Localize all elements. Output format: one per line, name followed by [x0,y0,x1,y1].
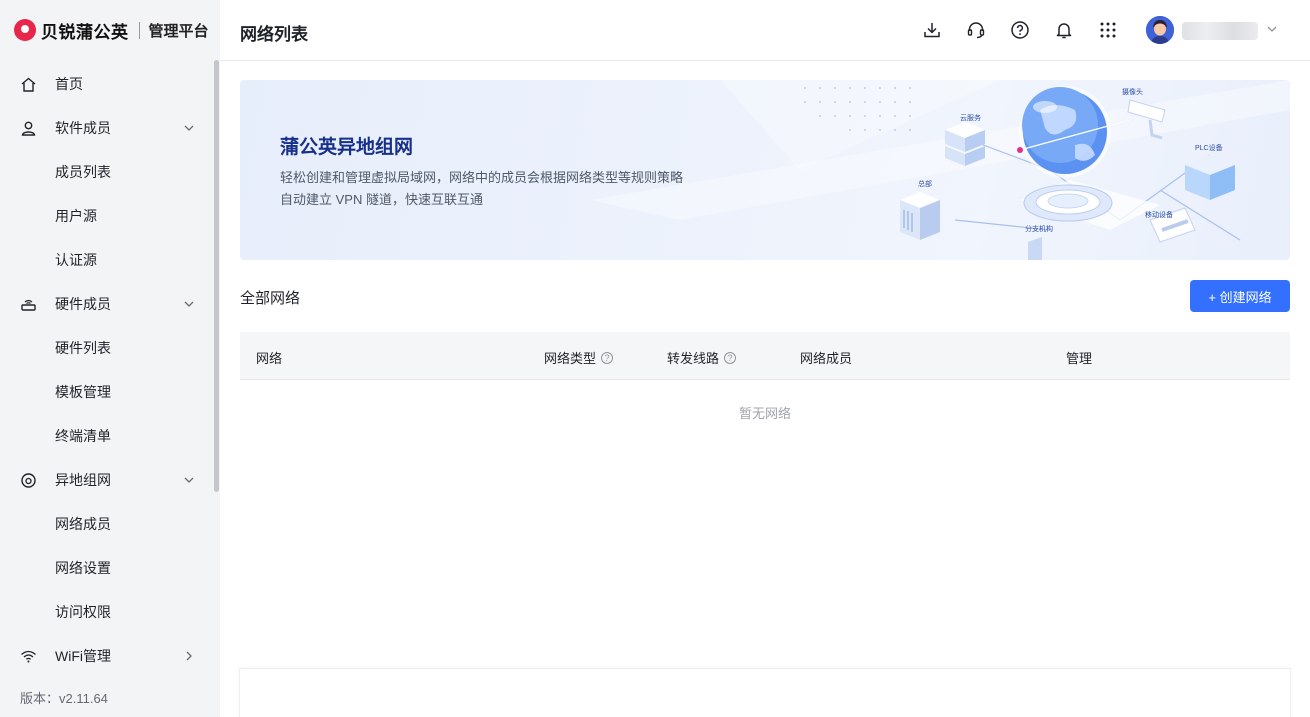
sidebar-item-wifi-management[interactable]: WiFi管理 [0,634,212,678]
column-header-network-type: 网络类型? [544,348,614,367]
sidebar-item-template-management[interactable]: 模板管理 [0,370,212,414]
main-content: 蒲公英异地组网 轻松创建和管理虚拟局域网，网络中的成员会根据网络类型等规则策略 … [220,61,1310,717]
sidebar-scrollbar[interactable] [214,60,219,492]
router-icon [20,296,37,313]
sidebar-item-member-list[interactable]: 成员列表 [0,150,212,194]
apps-grid-icon[interactable] [1097,19,1119,41]
chevron-down-icon [182,121,196,135]
sidebar-item-label: 网络设置 [55,560,111,576]
sidebar-item-network-settings[interactable]: 网络设置 [0,546,212,590]
column-header-network: 网络 [256,348,282,367]
sidebar-item-home[interactable]: 首页 [0,62,212,106]
sidebar-item-network-members[interactable]: 网络成员 [0,502,212,546]
banner-title: 蒲公英异地组网 [280,137,414,158]
column-header-label: 网络类型 [544,351,597,366]
art-label-mobile: 移动设备 [1145,210,1173,219]
table-empty-state: 暂无网络 [738,406,791,421]
camera-device-icon [1127,99,1166,140]
column-header-label: 网络 [256,351,283,366]
column-header-label: 管理 [1066,351,1093,366]
sidebar-item-label: 认证源 [55,252,97,268]
bottom-panel [239,668,1291,717]
network-illustration: 云服务 摄像头 PLC设备 总部 移动设备 分支机构 [900,86,1241,260]
avatar-icon[interactable] [1146,16,1174,44]
topbar: 网络列表 [220,0,1310,61]
chevron-down-icon[interactable] [1265,22,1279,36]
help-icon[interactable]: ? [601,351,614,364]
network-icon [20,472,37,489]
banner-desc-line: 自动建立 VPN 隧道，快速互联互通 [280,192,483,207]
plc-device-icon [1185,155,1235,200]
sidebar-item-label: 软件成员 [55,120,111,136]
chevron-down-icon [182,473,196,487]
sidebar-item-hardware-list[interactable]: 硬件列表 [0,326,212,370]
sidebar-item-access-permissions[interactable]: 访问权限 [0,590,212,634]
sidebar-item-remote-networking[interactable]: 异地组网 [0,458,212,502]
logo-icon [14,19,36,41]
user-name-redacted[interactable] [1182,22,1258,40]
brand-logo[interactable]: 贝锐蒲公英 管理平台 [14,16,209,44]
promo-banner: 蒲公英异地组网 轻松创建和管理虚拟局域网，网络中的成员会根据网络类型等规则策略 … [240,80,1290,260]
brand-subtitle: 管理平台 [148,22,209,40]
section-title: 全部网络 [240,290,301,307]
sidebar-item-label: 硬件成员 [55,296,111,312]
sidebar-item-auth-source[interactable]: 认证源 [0,238,212,282]
branch-device-icon [1028,237,1042,260]
sidebar-item-label: 模板管理 [55,384,111,400]
sidebar-item-label: 首页 [55,76,83,92]
chevron-right-icon [182,649,196,663]
create-network-button[interactable]: + 创建网络 [1190,280,1290,312]
sidebar: 贝锐蒲公英 管理平台 首页 软件成员 成员列表 用户源 认证源 硬件成员 硬件列… [0,0,220,717]
download-icon[interactable] [921,19,943,41]
person-icon [20,120,37,137]
column-header-network-members: 网络成员 [800,348,852,367]
sidebar-item-label: 异地组网 [55,472,111,488]
hq-building-icon [900,192,940,240]
sidebar-item-label: 硬件列表 [55,340,111,356]
sidebar-item-software-members[interactable]: 软件成员 [0,106,212,150]
help-icon[interactable] [1009,19,1031,41]
network-table-header: 网络 网络类型? 转发线路? 网络成员 管理 [240,332,1290,380]
sidebar-item-label: 终端清单 [55,428,111,444]
brand-name: 贝锐蒲公英 [41,22,129,42]
cloud-server-icon [945,122,985,166]
sidebar-item-label: 网络成员 [55,516,111,532]
sidebar-item-terminal-list[interactable]: 终端清单 [0,414,212,458]
banner-desc-line: 轻松创建和管理虚拟局域网，网络中的成员会根据网络类型等规则策略 [280,170,684,185]
art-label-hq: 总部 [918,179,932,188]
version-label: 版本：v2.11.64 [20,691,108,706]
sidebar-item-label: 访问权限 [55,604,111,620]
banner-description: 轻松创建和管理虚拟局域网，网络中的成员会根据网络类型等规则策略 自动建立 VPN… [280,167,683,211]
column-header-label: 转发线路 [667,351,720,366]
sidebar-nav: 首页 软件成员 成员列表 用户源 认证源 硬件成员 硬件列表 模板管理 终端清单… [0,62,212,678]
sidebar-item-label: WiFi管理 [55,648,111,664]
wifi-icon [20,648,37,665]
bell-icon[interactable] [1053,19,1075,41]
art-label-plc: PLC设备 [1195,143,1223,152]
column-header-forwarding-route: 转发线路? [667,348,737,367]
sidebar-item-label: 成员列表 [55,164,111,180]
art-label-camera: 摄像头 [1122,87,1143,96]
help-icon[interactable]: ? [724,351,737,364]
headset-icon[interactable] [965,19,987,41]
home-icon [20,76,37,93]
logo-divider [138,21,140,39]
chevron-down-icon [182,297,196,311]
column-header-label: 网络成员 [800,351,853,366]
sidebar-item-label: 用户源 [55,208,97,224]
page-title: 网络列表 [240,25,308,44]
sidebar-item-user-source[interactable]: 用户源 [0,194,212,238]
sidebar-item-hardware-members[interactable]: 硬件成员 [0,282,212,326]
art-label-branch: 分支机构 [1025,224,1053,233]
art-label-cloud: 云服务 [960,113,981,122]
column-header-manage: 管理 [1066,348,1092,367]
